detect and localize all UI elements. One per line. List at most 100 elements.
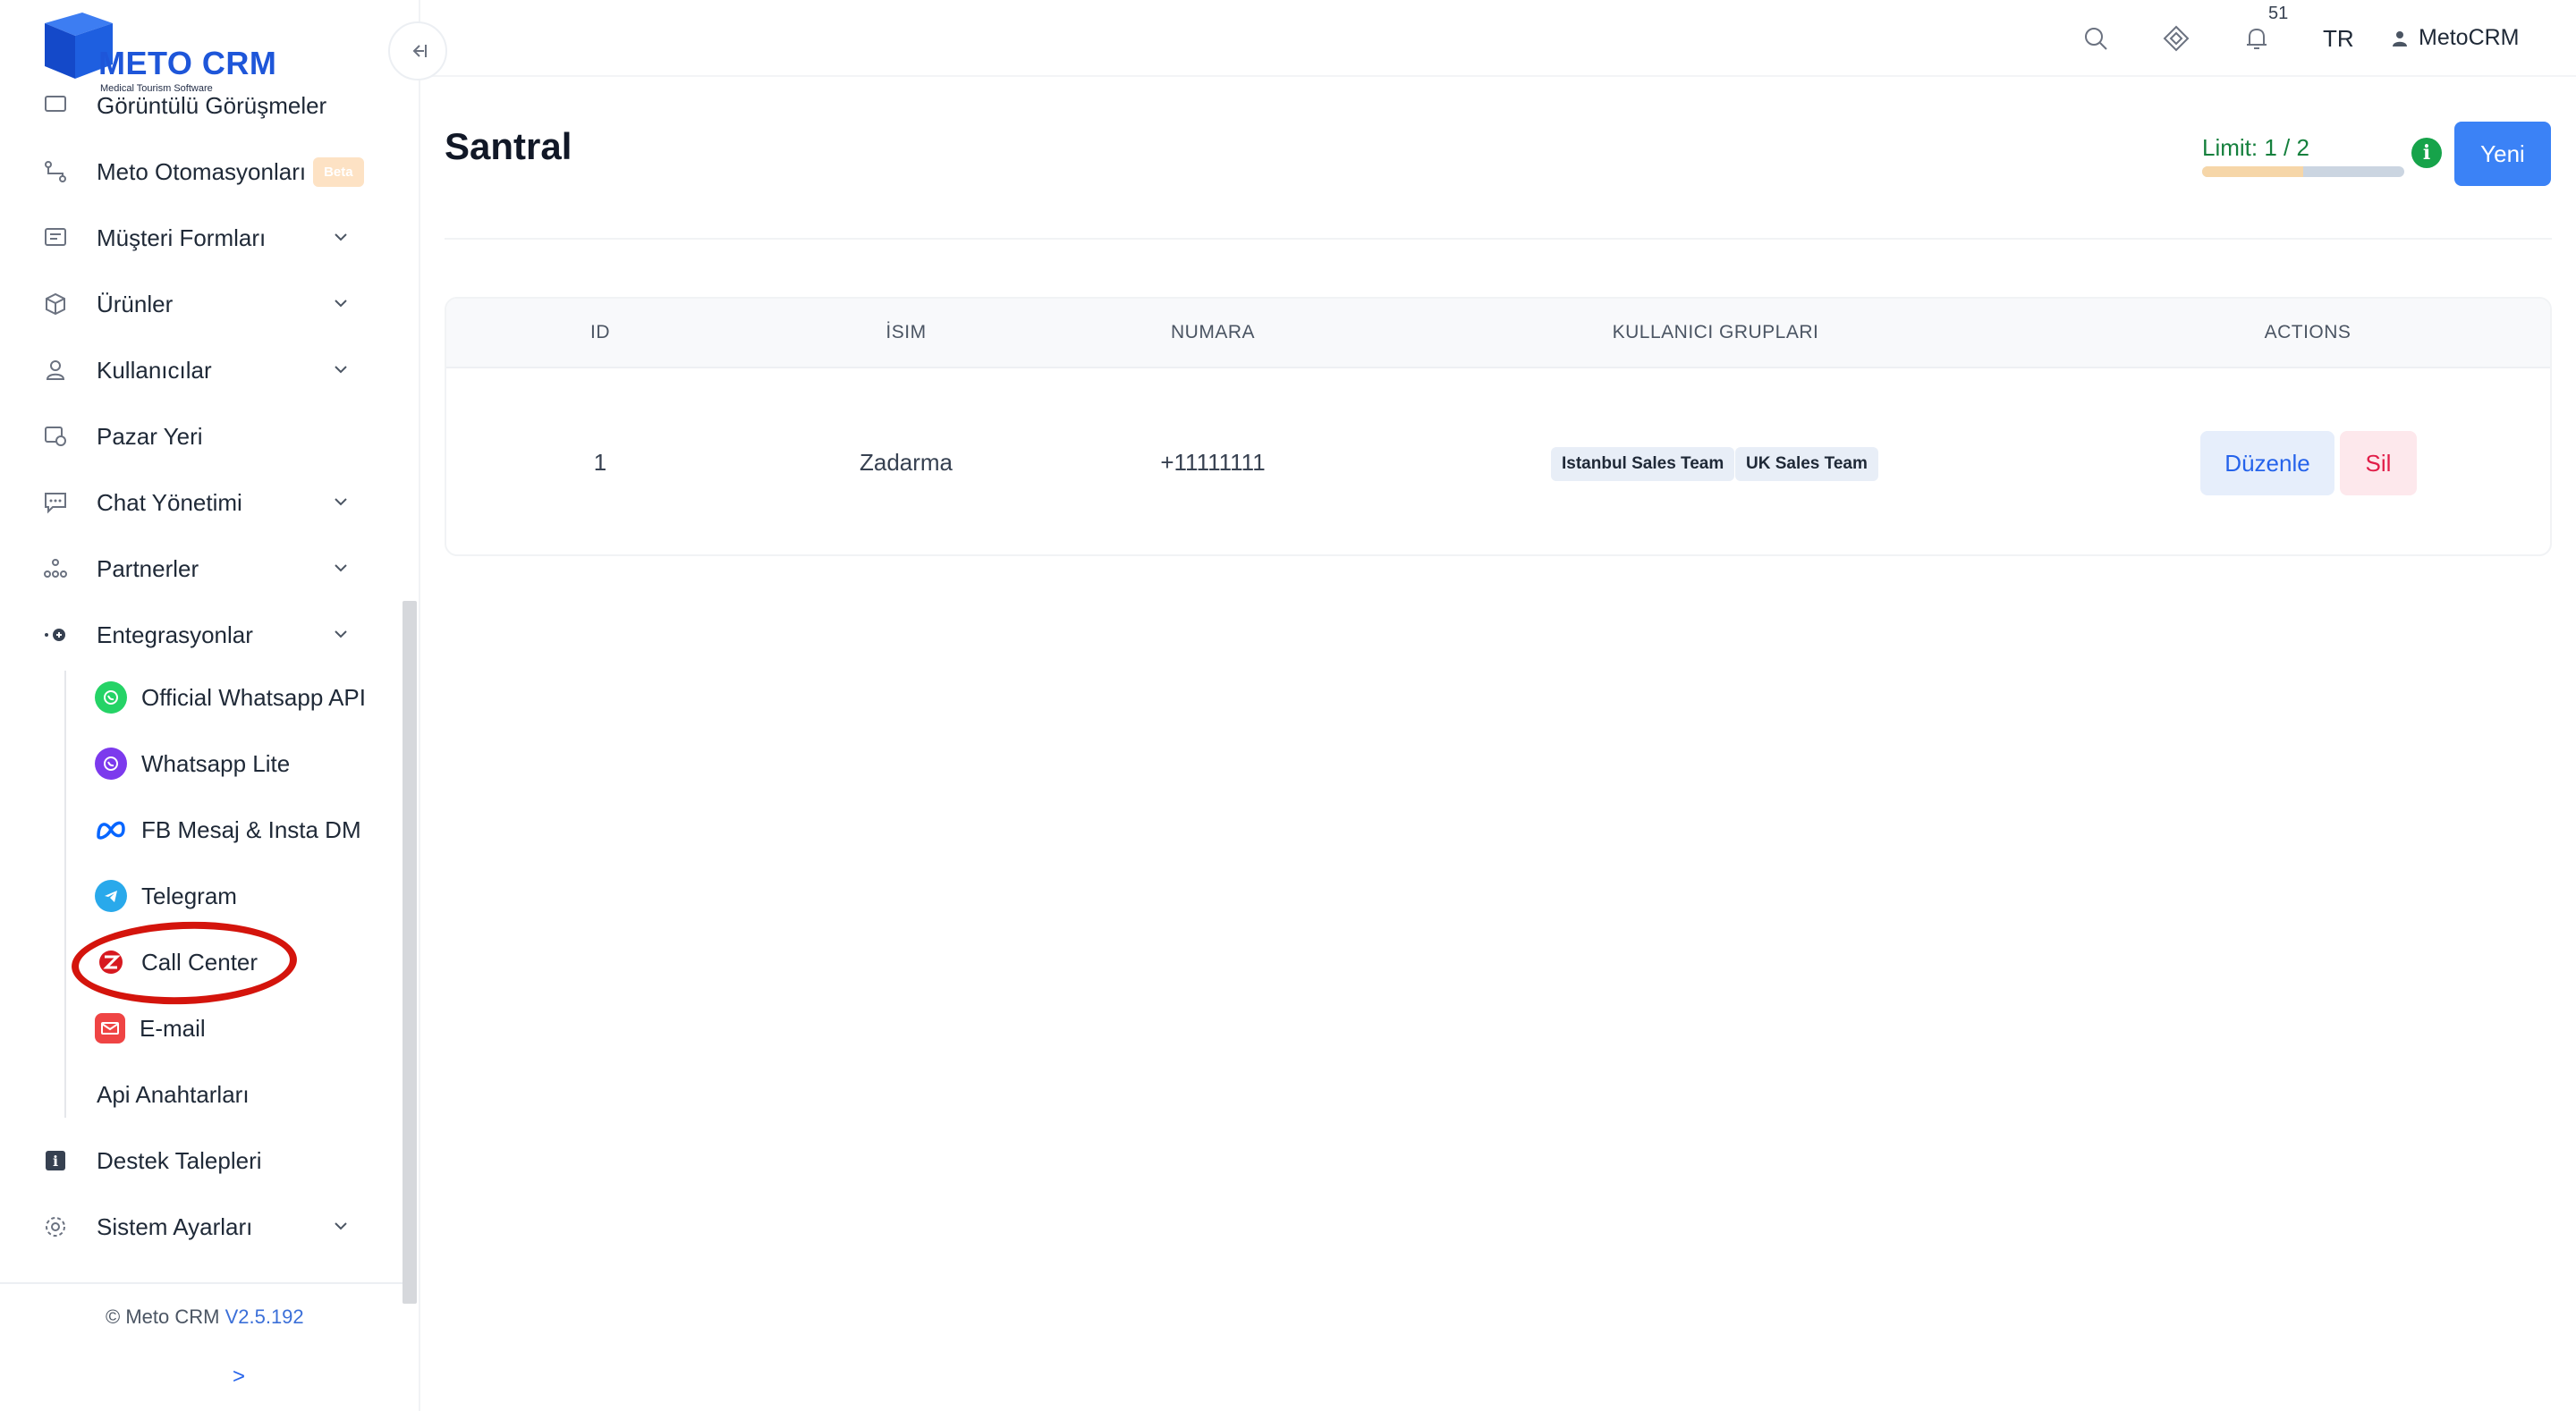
sidebar-footer-divider <box>0 1282 402 1284</box>
expand-footer-button[interactable]: > <box>233 1365 245 1390</box>
column-header-id[interactable]: ID <box>590 322 610 343</box>
beta-badge: Beta <box>313 156 364 187</box>
sidebar-item-label: Official Whatsapp API <box>141 683 366 711</box>
email-icon <box>95 1013 125 1043</box>
gear-icon <box>43 1211 82 1243</box>
search-icon[interactable] <box>2080 23 2111 54</box>
sidebar-item-partners[interactable]: Partnerler <box>43 545 383 592</box>
chevron-down-icon <box>335 1222 347 1230</box>
page-title: Santral <box>445 125 572 167</box>
sidebar-item-label: Sistem Ayarları <box>97 1212 253 1240</box>
sidebar-item-automations[interactable]: Meto Otomasyonları Beta <box>43 148 383 195</box>
limit-progress-bar <box>2202 166 2404 177</box>
notification-count: 51 <box>2268 4 2289 23</box>
support-icon: i <box>43 1145 82 1177</box>
sidebar-item-integrations[interactable]: Entegrasyonlar <box>43 612 383 658</box>
sidebar-item-label: FB Mesaj & Insta DM <box>141 815 361 843</box>
copyright-text: © Meto CRM <box>106 1305 220 1328</box>
column-header-number[interactable]: NUMARA <box>1171 322 1255 343</box>
apps-diamond-icon[interactable] <box>2161 23 2191 54</box>
edit-button[interactable]: Düzenle <box>2200 431 2334 495</box>
whatsapp-lite-icon <box>95 748 127 780</box>
sidebar-item-label: Partnerler <box>97 554 199 582</box>
sidebar-item-label: Api Anahtarları <box>97 1080 250 1108</box>
bell-icon[interactable] <box>2241 23 2272 54</box>
sidebar-item-official-whatsapp-api[interactable]: Official Whatsapp API <box>95 674 366 721</box>
sidebar-item-support-tickets[interactable]: i Destek Talepleri <box>43 1137 383 1184</box>
chevron-down-icon <box>335 233 347 241</box>
user-icon <box>2393 30 2407 46</box>
limit-progress-fill <box>2202 166 2303 177</box>
sidebar-item-api-keys[interactable]: Api Anahtarları <box>97 1071 250 1118</box>
info-icon[interactable]: i <box>2411 138 2442 168</box>
limit-label: Limit: 1 / 2 <box>2202 134 2309 161</box>
sidebar-item-users[interactable]: Kullanıcılar <box>43 347 383 393</box>
submenu-guide-line <box>64 671 66 1118</box>
sidebar-item-label: Chat Yönetimi <box>97 488 242 516</box>
sidebar-item-products[interactable]: Ürünler <box>43 281 383 327</box>
column-header-user-groups[interactable]: KULLANICI GRUPLARI <box>1613 322 1819 343</box>
sidebar-item-label: Ürünler <box>97 290 174 317</box>
marketplace-icon <box>43 420 82 452</box>
language-selector[interactable]: TR <box>2323 25 2354 53</box>
sidebar-item-telegram[interactable]: Telegram <box>95 873 237 919</box>
sidebar-item-marketplace[interactable]: Pazar Yeri <box>43 413 383 460</box>
svg-text:i: i <box>53 1153 58 1170</box>
form-icon <box>43 222 82 254</box>
table-header: ID İSIM NUMARA KULLANICI GRUPLARI ACTION… <box>446 299 2550 368</box>
version-number[interactable]: V2.5.192 <box>225 1305 304 1328</box>
user-icon <box>43 354 82 386</box>
collapse-sidebar-button[interactable] <box>388 21 447 80</box>
sidebar-item-whatsapp-lite[interactable]: Whatsapp Lite <box>95 740 290 787</box>
logo[interactable]: METO CRM Medical Tourism Software <box>41 11 283 94</box>
sidebar-item-label: Whatsapp Lite <box>141 749 291 777</box>
sidebar-item-chat-management[interactable]: Chat Yönetimi <box>43 479 383 526</box>
content-divider <box>445 238 2552 240</box>
sidebar-item-email[interactable]: E-mail <box>95 1005 206 1052</box>
video-call-icon <box>43 89 82 122</box>
cell-id: 1 <box>593 449 607 476</box>
collapse-arrow-icon <box>412 45 427 57</box>
delete-button[interactable]: Sil <box>2340 431 2417 495</box>
sidebar-item-label: Görüntülü Görüşmeler <box>97 91 327 119</box>
column-header-actions: ACTIONS <box>2264 322 2351 342</box>
sidebar-item-label: Pazar Yeri <box>97 422 203 450</box>
integration-icon <box>43 619 82 651</box>
pbx-table: ID İSIM NUMARA KULLANICI GRUPLARI ACTION… <box>445 297 2552 556</box>
sidebar-item-label: Entegrasyonlar <box>97 621 253 648</box>
user-name: MetoCRM <box>2419 25 2520 50</box>
chevron-down-icon <box>335 564 347 572</box>
sidebar-item-label: Destek Talepleri <box>97 1146 262 1174</box>
chevron-down-icon <box>335 630 347 638</box>
sidebar-item-label: Müşteri Formları <box>97 224 267 251</box>
partners-icon <box>43 553 82 585</box>
sidebar: METO CRM Medical Tourism Software Görünt… <box>0 0 447 1411</box>
sidebar-item-fb-insta[interactable]: FB Mesaj & Insta DM <box>95 807 361 853</box>
sidebar-item-label: Telegram <box>141 882 237 909</box>
sidebar-item-customer-forms[interactable]: Müşteri Formları <box>43 215 383 261</box>
chevron-down-icon <box>335 300 347 308</box>
user-group-tag: UK Sales Team <box>1735 447 1878 481</box>
version-info: © Meto CRM V2.5.192 <box>106 1305 304 1329</box>
user-group-tag: Istanbul Sales Team <box>1551 447 1735 481</box>
sidebar-item-label: E-mail <box>140 1014 206 1042</box>
column-header-name[interactable]: İSIM <box>886 322 926 343</box>
cell-name: Zadarma <box>859 449 953 476</box>
box-icon <box>43 288 82 320</box>
new-button[interactable]: Yeni <box>2454 122 2551 186</box>
chat-icon <box>43 486 82 519</box>
sidebar-item-system-settings[interactable]: Sistem Ayarları <box>43 1204 383 1250</box>
chevron-down-icon <box>335 498 347 506</box>
cell-number: +11111111 <box>1160 449 1266 476</box>
user-menu[interactable]: MetoCRM <box>2390 25 2520 51</box>
telegram-icon <box>95 880 127 912</box>
sidebar-item-video-calls[interactable]: Görüntülü Görüşmeler <box>43 82 383 129</box>
chevron-down-icon <box>335 366 347 374</box>
brand-name: METO CRM <box>98 45 277 81</box>
meta-icon <box>95 814 127 846</box>
whatsapp-icon <box>95 681 127 714</box>
sidebar-item-label: Kullanıcılar <box>97 356 212 384</box>
sidebar-scrollbar[interactable] <box>402 601 417 1304</box>
automation-icon <box>43 156 82 188</box>
sidebar-item-label: Meto Otomasyonları <box>97 157 307 185</box>
